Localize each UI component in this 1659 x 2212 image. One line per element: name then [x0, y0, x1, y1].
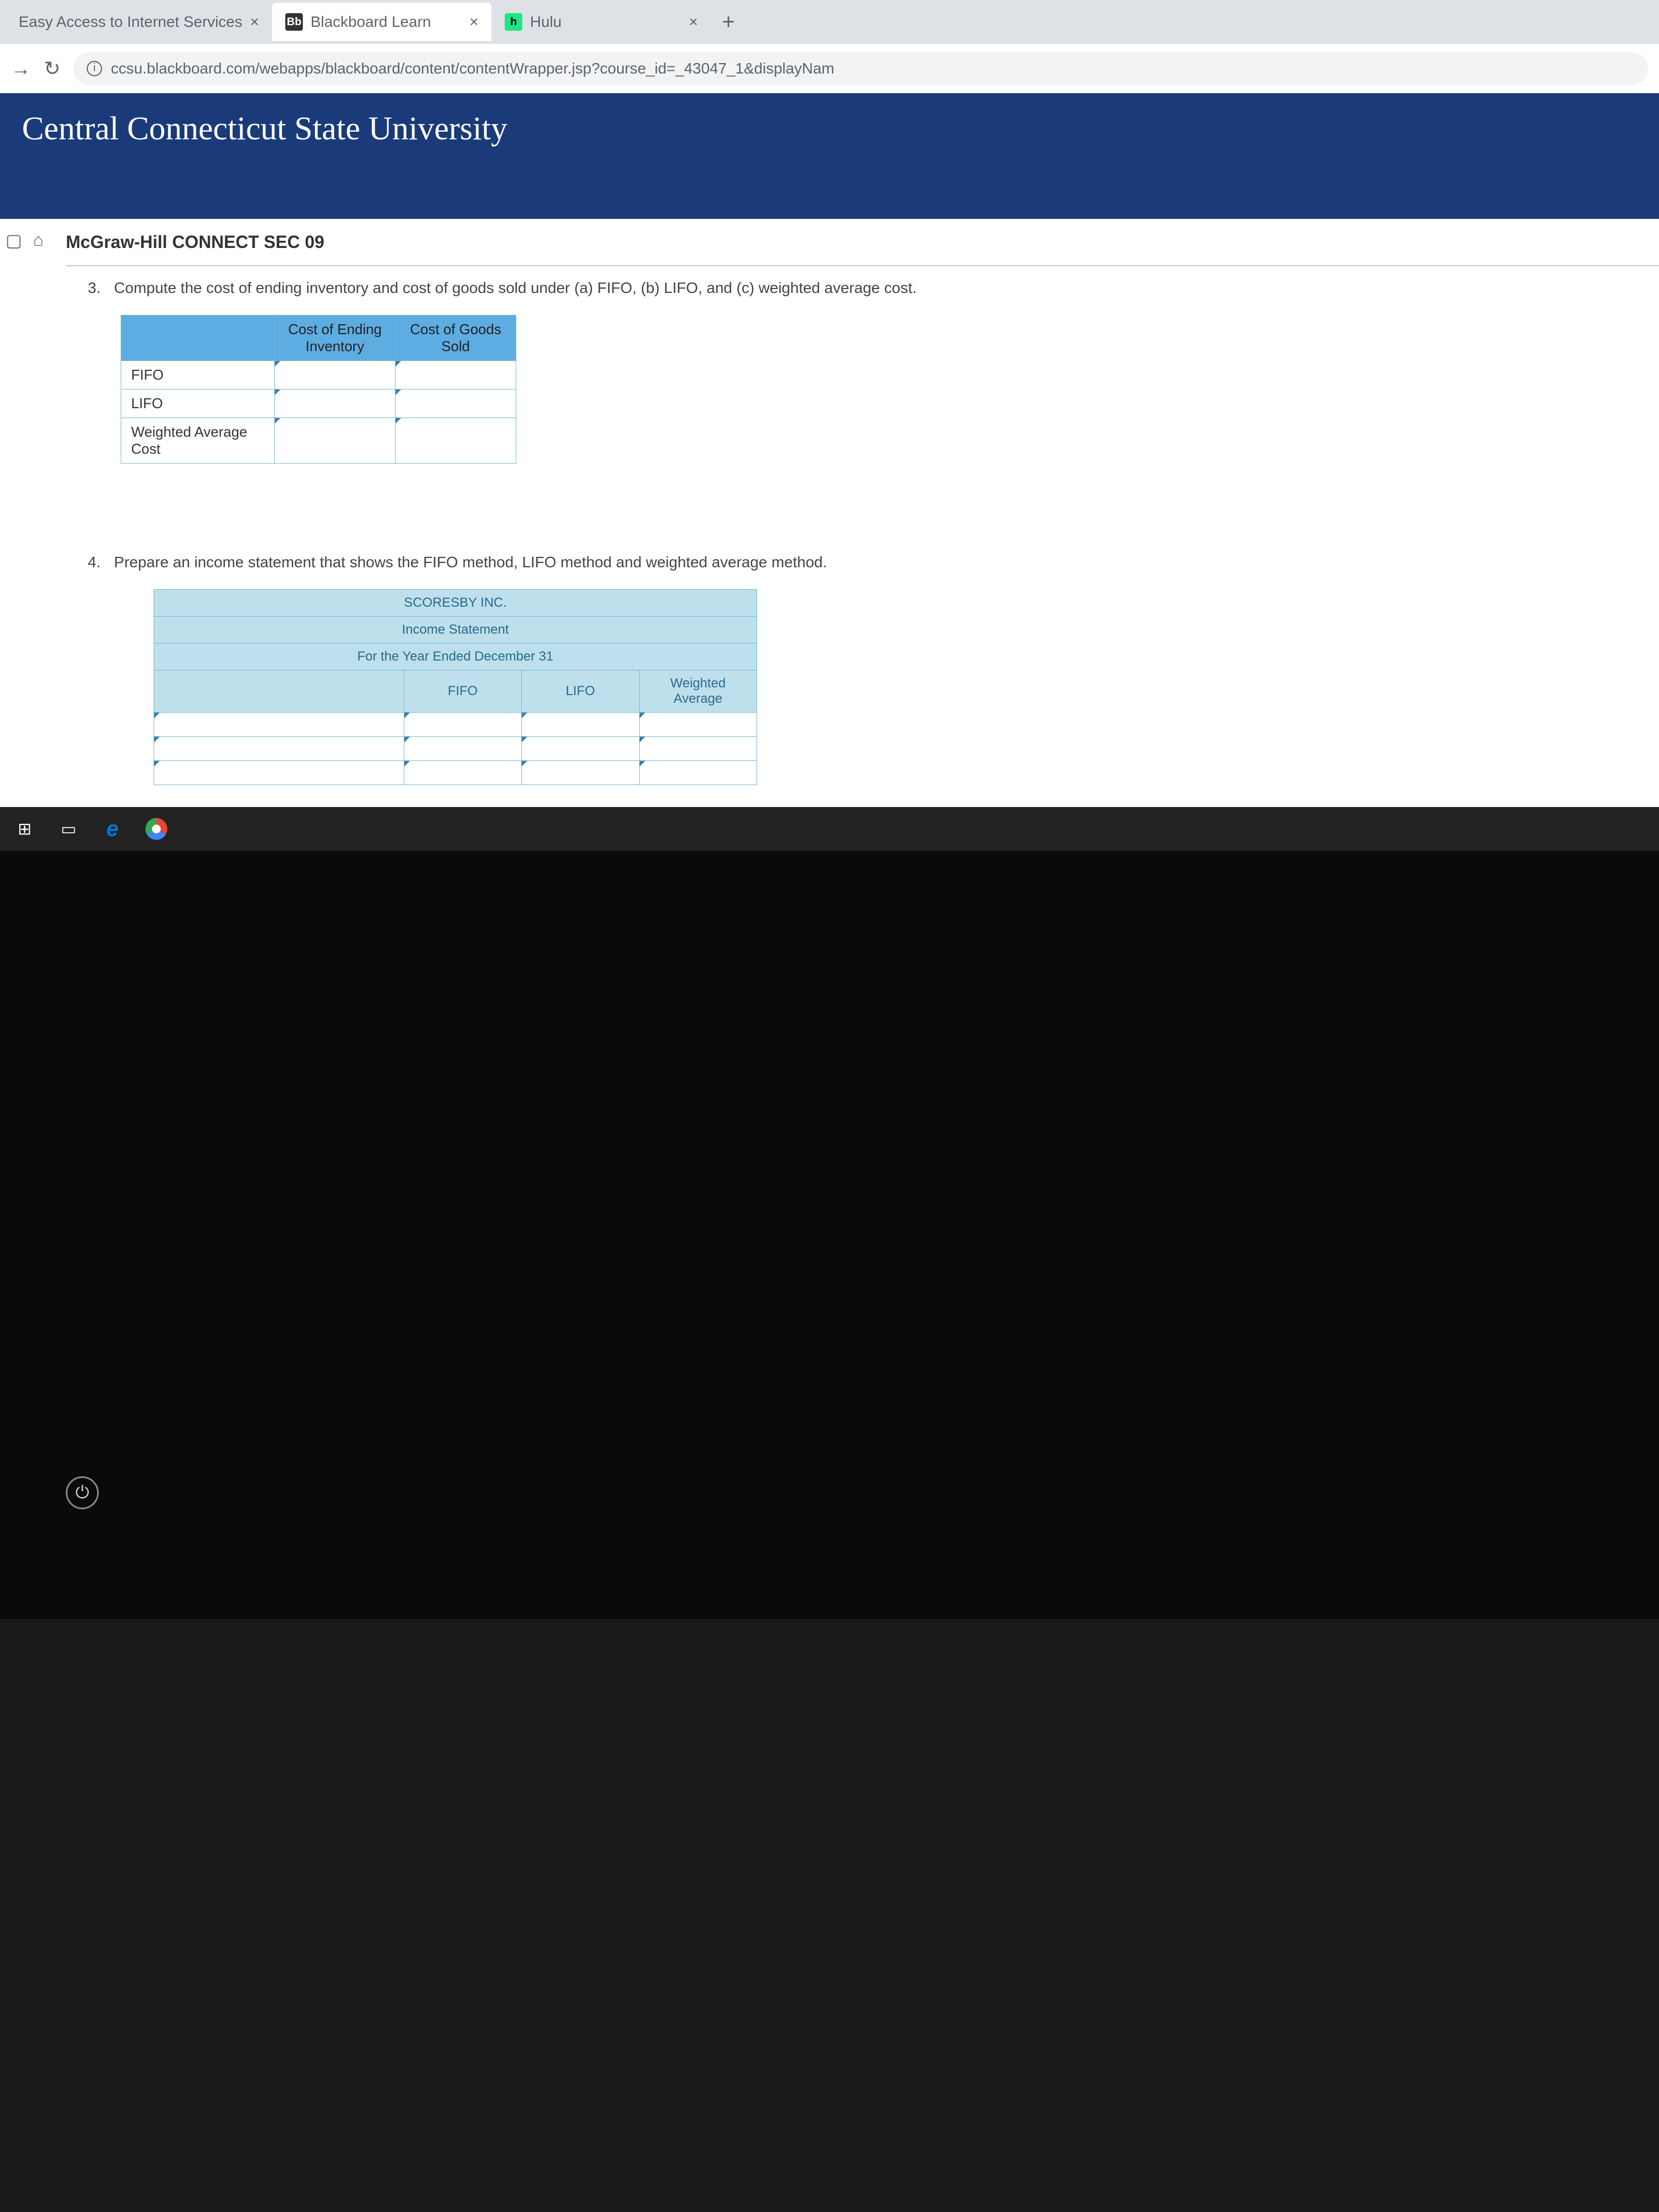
wavg-ending-input[interactable] — [275, 418, 396, 464]
row-label-lifo: LIFO — [121, 390, 275, 418]
monitor-icon[interactable]: ▢ — [5, 230, 22, 251]
table-header-wavg: Weighted Average — [639, 670, 757, 713]
info-icon[interactable]: i — [87, 61, 102, 76]
income-row3-fifo[interactable] — [404, 761, 521, 785]
question-4-text: 4. Prepare an income statement that show… — [88, 551, 1637, 573]
power-button-icon: ⏻ — [66, 1476, 99, 1509]
table-header-empty — [154, 670, 404, 713]
income-row3-lifo[interactable] — [522, 761, 639, 785]
table-header-lifo: LIFO — [522, 670, 639, 713]
home-icon[interactable]: ⌂ — [33, 230, 43, 250]
income-row2-wavg[interactable] — [639, 737, 757, 761]
question-4: 4. Prepare an income statement that show… — [66, 551, 1659, 807]
university-header: Central Connecticut State University — [0, 93, 1659, 164]
blackboard-favicon: Bb — [285, 13, 303, 31]
content-toolbar: ▢ ⌂ — [0, 219, 66, 807]
tab-title: Hulu — [530, 13, 562, 31]
url-input[interactable]: i ccsu.blackboard.com/webapps/blackboard… — [74, 52, 1648, 85]
close-icon[interactable]: × — [250, 13, 259, 31]
tab-easy-access[interactable]: Easy Access to Internet Services × — [5, 3, 272, 41]
lifo-cogs-input[interactable] — [396, 390, 516, 418]
income-row3-label[interactable] — [154, 761, 404, 785]
income-row3-wavg[interactable] — [639, 761, 757, 785]
task-view-icon[interactable]: ▭ — [55, 815, 82, 843]
new-tab-button[interactable]: + — [711, 10, 746, 35]
row-label-fifo: FIFO — [121, 361, 275, 390]
url-text: ccsu.blackboard.com/webapps/blackboard/c… — [111, 60, 834, 77]
table-header-ending-inventory: Cost of Ending Inventory — [275, 315, 396, 361]
income-row1-label[interactable] — [154, 713, 404, 737]
start-button[interactable]: ⊞ — [11, 815, 38, 843]
lifo-ending-input[interactable] — [275, 390, 396, 418]
browser-tab-strip: Easy Access to Internet Services × Bb Bl… — [0, 0, 1659, 44]
income-row1-wavg[interactable] — [639, 713, 757, 737]
tab-blackboard[interactable]: Bb Blackboard Learn × — [272, 3, 492, 41]
income-statement-table: SCORESBY INC. Income Statement For the Y… — [154, 589, 757, 785]
table-header-fifo: FIFO — [404, 670, 521, 713]
income-row1-fifo[interactable] — [404, 713, 521, 737]
row-label-wavg: Weighted Average Cost — [121, 418, 275, 464]
income-row2-fifo[interactable] — [404, 737, 521, 761]
chrome-icon[interactable] — [143, 815, 170, 843]
university-title: Central Connecticut State University — [22, 110, 507, 146]
question-3: 3. Compute the cost of ending inventory … — [66, 277, 1659, 551]
windows-taskbar: ⊞ ▭ e — [0, 807, 1659, 851]
forward-icon[interactable]: → — [11, 57, 31, 80]
close-icon[interactable]: × — [689, 13, 698, 31]
table-header-empty — [121, 315, 275, 361]
edge-icon[interactable]: e — [99, 815, 126, 843]
table-title-company: SCORESBY INC. — [154, 590, 757, 617]
table-title-statement: Income Statement — [154, 617, 757, 644]
tab-hulu[interactable]: h Hulu × — [492, 3, 711, 41]
income-row2-lifo[interactable] — [522, 737, 639, 761]
tab-title: Easy Access to Internet Services — [19, 13, 242, 31]
laptop-bezel: ⏻ — [0, 851, 1659, 1619]
income-row2-label[interactable] — [154, 737, 404, 761]
table-title-period: For the Year Ended December 31 — [154, 644, 757, 670]
address-bar: → ↻ i ccsu.blackboard.com/webapps/blackb… — [0, 44, 1659, 93]
income-row1-lifo[interactable] — [522, 713, 639, 737]
cost-table: Cost of Ending Inventory Cost of Goods S… — [121, 315, 516, 464]
breadcrumb: McGraw-Hill CONNECT SEC 09 — [66, 219, 1659, 266]
header-sub-bar — [0, 164, 1659, 219]
hulu-favicon: h — [505, 13, 522, 31]
fifo-cogs-input[interactable] — [396, 361, 516, 390]
wavg-cogs-input[interactable] — [396, 418, 516, 464]
fifo-ending-input[interactable] — [275, 361, 396, 390]
tab-title: Blackboard Learn — [311, 13, 431, 31]
close-icon[interactable]: × — [470, 13, 478, 31]
reload-icon[interactable]: ↻ — [44, 57, 60, 80]
table-header-cogs: Cost of Goods Sold — [396, 315, 516, 361]
question-3-text: 3. Compute the cost of ending inventory … — [88, 277, 1637, 298]
